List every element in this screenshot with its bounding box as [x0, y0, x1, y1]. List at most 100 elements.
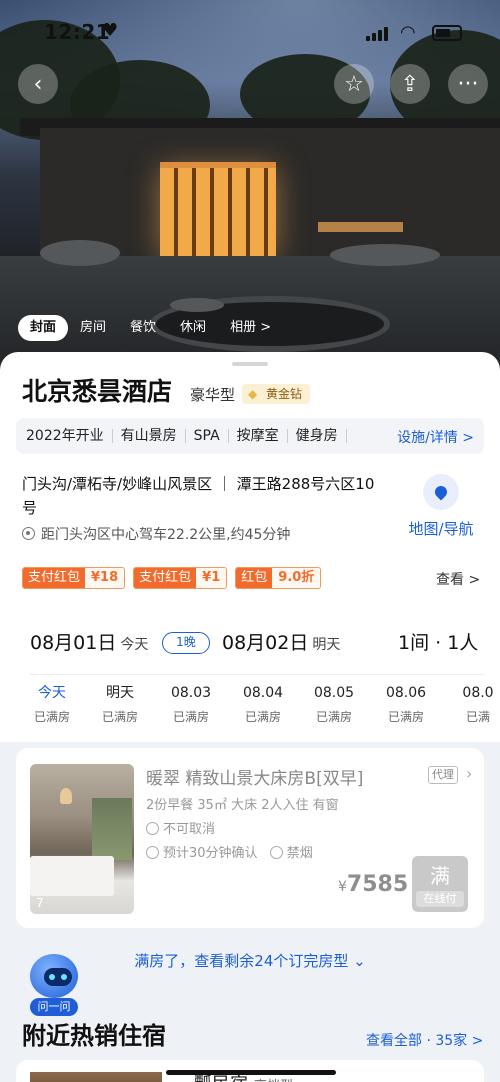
- nearby-hotel-photo: [30, 1072, 162, 1082]
- rock: [330, 244, 440, 266]
- date-option-label: 08.05: [313, 685, 355, 701]
- sold-out-label: 满: [430, 864, 450, 888]
- share-button[interactable]: ⇪: [390, 64, 430, 104]
- date-option[interactable]: 08.05 已满房: [298, 682, 370, 725]
- home-indicator[interactable]: [166, 1070, 336, 1075]
- distance-info: 距门头沟区中心驾车22.2公里,约45分钟: [22, 524, 290, 544]
- tab-dining[interactable]: 餐饮: [118, 315, 168, 341]
- heart-icon: ♥: [102, 20, 119, 41]
- room-card[interactable]: 7 暖翠 精致山景大床房B[双早] 代理 › 2份早餐 35㎡ 大床 2人入住 …: [16, 748, 484, 928]
- date-option[interactable]: 今天 已满房: [16, 682, 88, 725]
- back-button[interactable]: ‹: [18, 64, 58, 104]
- date-selection-card: 08月01日 今天 1晚 08月02日 明天 1间 · 1人 今天 已满房 明天 已…: [16, 612, 494, 738]
- coupon-list[interactable]: 支付红包 ¥18 支付红包 ¥1 红包 9.0折: [22, 567, 322, 589]
- gold-diamond-badge: 黄金钻: [242, 384, 311, 404]
- robot-icon: [30, 954, 78, 998]
- tab-rooms[interactable]: 房间: [68, 315, 118, 341]
- check-in-value: 08月01日: [30, 632, 117, 654]
- facility-item: 有山景房: [113, 429, 186, 443]
- hotel-address[interactable]: 门头沟/潭柘寺/妙峰山风景区 ｜ 潭王路288号六区10号: [22, 472, 382, 520]
- clock-icon: [146, 846, 159, 859]
- wifi-icon: ◠: [400, 22, 416, 43]
- date-option-status: 已满房: [101, 710, 138, 724]
- chevron-right-icon: ›: [466, 764, 473, 783]
- map-label: 地图/导航: [408, 520, 474, 538]
- room-bed: [30, 856, 114, 896]
- assistant-label: 问一问: [30, 998, 78, 1016]
- divider: [30, 674, 484, 675]
- map-navigation-button[interactable]: 地图/导航: [404, 474, 478, 544]
- assistant-bot-button[interactable]: 问一问: [26, 954, 82, 1016]
- check-out-date[interactable]: 08月02日 明天: [222, 628, 340, 655]
- agent-tag: 代理: [428, 766, 458, 784]
- wall-light: [318, 222, 403, 232]
- check-in-label: 今天: [120, 637, 149, 653]
- sold-out-button[interactable]: 满 在线付: [412, 856, 468, 912]
- tab-cover[interactable]: 封面: [18, 315, 69, 341]
- date-option-status: 已满房: [315, 710, 352, 724]
- coupon-tag: 红包: [236, 568, 273, 588]
- date-option-status: 已满: [465, 710, 490, 724]
- check-out-label: 明天: [312, 637, 341, 653]
- coupon-tag: 支付红包: [134, 568, 197, 588]
- date-option[interactable]: 08.04 已满房: [227, 682, 299, 725]
- battery-icon: [432, 25, 462, 41]
- no-cancel-icon: [146, 822, 159, 835]
- date-option-status: 已满房: [387, 710, 424, 724]
- rooms-guests-selector[interactable]: 1间 · 1人: [398, 628, 478, 655]
- check-in-date[interactable]: 08月01日 今天: [30, 628, 148, 655]
- coupon[interactable]: 支付红包 ¥18: [22, 567, 126, 589]
- nearby-hotel-name: 一瓢民宿: [176, 1074, 248, 1082]
- tab-album[interactable]: 相册 >: [218, 315, 283, 341]
- no-smoking-icon: [269, 846, 283, 859]
- coupon[interactable]: 支付红包 ¥1: [133, 567, 228, 589]
- date-strip[interactable]: 今天 已满房 明天 已满房 08.03 已满房 08.04 已满房 08.05 …: [16, 682, 500, 738]
- star-icon: ☆: [344, 71, 364, 97]
- date-option-label: 08.03: [170, 685, 212, 701]
- date-option-label: 今天: [38, 685, 66, 701]
- coupons-view-more[interactable]: 查看 >: [436, 569, 480, 589]
- coupon-value: ¥1: [196, 568, 227, 588]
- room-window: [92, 798, 132, 860]
- facilities-details-link[interactable]: 设施/详情 >: [397, 427, 474, 447]
- date-option-label: 08.06: [385, 685, 427, 701]
- date-option-status: 已满房: [172, 710, 209, 724]
- nearby-view-all-link[interactable]: 查看全部 · 35家 >: [366, 1030, 483, 1050]
- favorite-button[interactable]: ☆: [334, 64, 374, 104]
- date-option[interactable]: 08.03 已满房: [155, 682, 227, 725]
- coupon-value: 9.0折: [272, 568, 321, 588]
- facility-item: 2022年开业: [26, 429, 113, 443]
- more-button[interactable]: ···: [448, 64, 488, 104]
- rock: [170, 298, 224, 312]
- room-photo[interactable]: 7: [30, 764, 134, 914]
- cancellation-policy: 不可取消: [146, 818, 215, 837]
- room-specs: 2份早餐 35㎡ 大床 2人入住 有窗: [146, 798, 339, 813]
- date-option-label: 明天: [106, 685, 134, 701]
- nearby-section-title: 附近热销住宿: [22, 1022, 166, 1050]
- room-lamp: [60, 788, 72, 804]
- rock: [40, 240, 120, 266]
- share-icon: ⇪: [400, 71, 420, 97]
- currency-symbol: ¥: [338, 879, 347, 895]
- date-option[interactable]: 明天 已满房: [84, 682, 156, 725]
- facility-item: 健身房: [288, 429, 347, 443]
- lit-entrance: [160, 168, 276, 256]
- chevron-left-icon: ‹: [33, 71, 43, 97]
- facility-item: SPA: [186, 429, 229, 443]
- drag-handle[interactable]: [232, 362, 268, 366]
- coupon[interactable]: 红包 9.0折: [235, 567, 322, 589]
- photo-category-tabs: 封面 房间 餐饮 休闲 相册 >: [18, 314, 283, 342]
- check-out-value: 08月02日: [222, 632, 309, 654]
- facilities-bar[interactable]: 2022年开业 有山景房 SPA 按摩室 健身房 设施/详情 >: [16, 418, 484, 454]
- room-title: 暖翠 精致山景大床房B[双早]: [146, 769, 364, 789]
- tab-leisure[interactable]: 休闲: [168, 315, 218, 341]
- date-option[interactable]: 08.06 已满房: [370, 682, 442, 725]
- location-pin-icon: [22, 527, 35, 540]
- pay-online-label: 在线付: [416, 891, 464, 907]
- status-bar: 12:21 ♥ ◠: [0, 0, 500, 62]
- date-option[interactable]: 08.0 已满: [442, 682, 500, 725]
- date-option-label: 08.04: [242, 685, 284, 701]
- coupon-value: ¥18: [85, 568, 125, 588]
- confirm-text: 预计30分钟确认: [163, 846, 258, 861]
- hotel-class: 豪华型: [190, 386, 236, 404]
